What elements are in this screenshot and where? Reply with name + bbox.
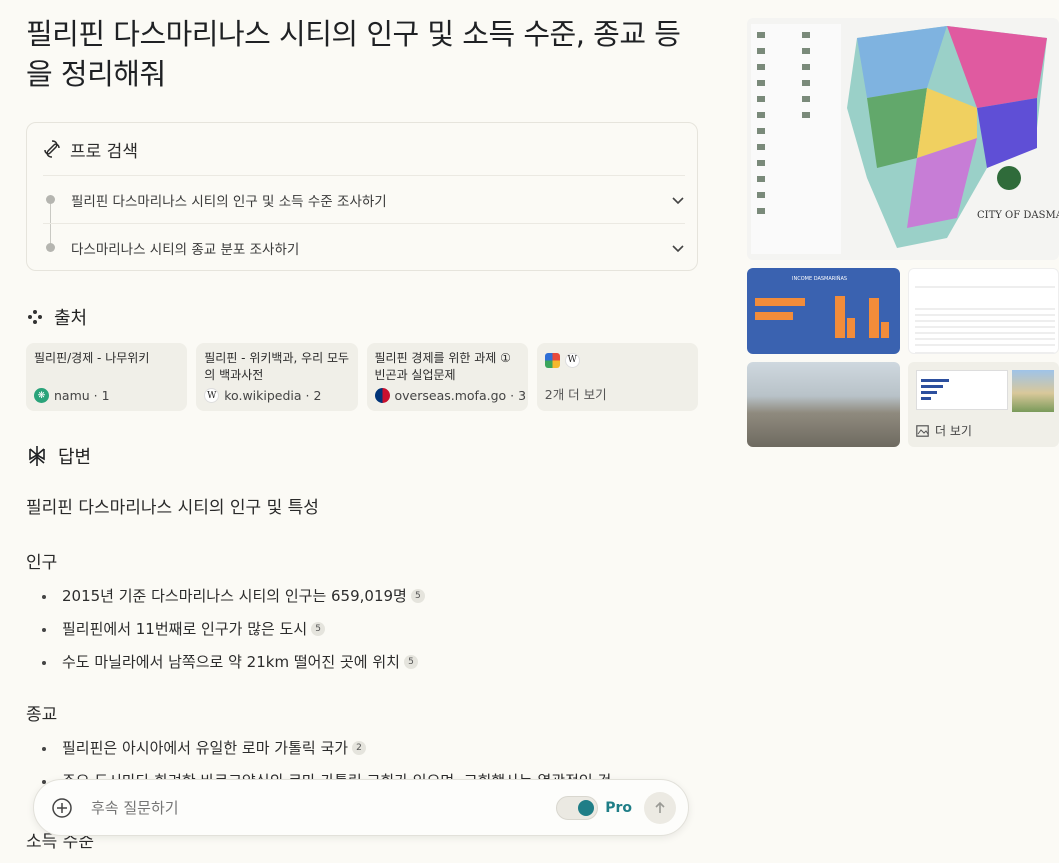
pro-toggle[interactable] <box>556 795 599 820</box>
page-title: 필리핀 다스마리나스 시티의 인구 및 소득 수준, 종교 등을 정리해줘 <box>26 17 681 91</box>
pro-search-step[interactable]: 다스마리나스 시티의 종교 분포 조사하기 <box>43 223 685 271</box>
image-icon <box>916 424 929 437</box>
send-button[interactable] <box>644 791 676 824</box>
followup-input[interactable] <box>91 798 557 817</box>
map-caption: CITY OF DASMARIÑAS <box>977 209 1059 221</box>
namu-icon: ❋ <box>34 388 49 403</box>
wikipedia-icon: W <box>564 352 580 368</box>
source-title: 필리핀 경제를 위한 과제 ① 빈곤과 실업문제 <box>374 351 511 382</box>
source-card[interactable]: 필리핀 - 위키백과, 우리 모두의 백과사전 W ko.wikipedia ·… <box>196 343 358 411</box>
population-list: 2015년 기준 다스마리나스 시티의 인구는 659,019명 5 필리핀에서 … <box>26 585 698 684</box>
step-dot-icon <box>46 195 55 204</box>
list-item: 필리핀은 아시아에서 유일한 로마 가톨릭 국가 2 <box>26 737 698 770</box>
answer-logo-icon <box>29 446 45 466</box>
table-image[interactable] <box>908 268 1059 354</box>
list-item: 수도 마닐라에서 남쪽으로 약 21km 떨어진 곳에 위치 5 <box>26 651 698 684</box>
step-label: 필리핀 다스마리나스 시티의 인구 및 소득 수준 조사하기 <box>71 193 387 210</box>
source-site: ko.wikipedia · 2 <box>224 388 322 403</box>
sources-heading-label: 출처 <box>54 308 88 329</box>
map-illustration: CITY OF DASMARIÑAS <box>751 24 1059 254</box>
followup-bar: Pro <box>33 779 689 836</box>
answer-intro: 필리핀 다스마리나스 시티의 인구 및 특성 <box>26 498 319 518</box>
answer-heading: 답변 <box>26 443 698 469</box>
citation-badge[interactable]: 5 <box>403 655 418 669</box>
building-photo-thumb <box>1012 370 1054 412</box>
chevron-down-icon[interactable] <box>671 241 685 255</box>
pro-search-step[interactable]: 필리핀 다스마리나스 시티의 인구 및 소득 수준 조사하기 <box>43 175 685 223</box>
step-dot-icon <box>46 243 55 252</box>
list-item: 필리핀에서 11번째로 인구가 많은 도시 5 <box>26 618 698 651</box>
city-photo-image[interactable] <box>747 362 900 447</box>
source-site: overseas.mofa.go · 3 <box>394 388 527 403</box>
more-sources-label: 2개 더 보기 <box>544 387 607 402</box>
religion-heading: 종교 <box>26 705 58 725</box>
income-chart-image[interactable]: INCOME DASMARIÑAS <box>747 268 900 354</box>
pro-toggle-label: Pro <box>605 799 632 816</box>
bar-chart-thumb <box>916 370 1008 410</box>
source-card[interactable]: 필리핀 경제를 위한 과제 ① 빈곤과 실업문제 overseas.mofa.g… <box>366 343 528 411</box>
table-illustration <box>915 286 1055 353</box>
source-title: 필리핀/경제 - 나무위키 <box>34 351 150 365</box>
wikipedia-icon: W <box>204 388 220 403</box>
sources-list: 필리핀/경제 - 나무위키 ❋ namu · 1 필리핀 - 위키백과, 우리 … <box>26 343 698 411</box>
source-card[interactable]: 필리핀/경제 - 나무위키 ❋ namu · 1 <box>26 343 188 411</box>
citation-badge[interactable]: 2 <box>352 741 367 755</box>
source-title: 필리핀 - 위키백과, 우리 모두의 백과사전 <box>204 351 350 382</box>
pro-search-icon <box>44 140 60 158</box>
chevron-down-icon[interactable] <box>671 193 685 207</box>
arrow-up-icon <box>655 801 665 813</box>
step-label: 다스마리나스 시티의 종교 분포 조사하기 <box>71 241 300 258</box>
more-images-label: 더 보기 <box>935 424 972 438</box>
map-image[interactable]: CITY OF DASMARIÑAS <box>747 18 1059 260</box>
pro-search-label: 프로 검색 <box>70 141 138 162</box>
sources-icon <box>28 310 42 324</box>
korea-flag-icon <box>374 388 390 403</box>
pro-search-header: 프로 검색 <box>27 123 697 175</box>
list-item: 2015년 기준 다스마리나스 시티의 인구는 659,019명 5 <box>26 585 698 618</box>
more-sources-card[interactable]: W 2개 더 보기 <box>536 343 698 411</box>
source-site: namu · 1 <box>54 388 110 403</box>
citation-badge[interactable]: 5 <box>410 589 425 603</box>
chart-caption: INCOME DASMARIÑAS <box>792 275 847 282</box>
sources-heading: 출처 <box>26 304 698 330</box>
add-attachment-icon[interactable] <box>51 797 73 819</box>
more-images-card[interactable]: 더 보기 <box>908 362 1059 447</box>
income-chart-illustration: INCOME DASMARIÑAS <box>755 275 889 338</box>
citation-badge[interactable]: 5 <box>311 622 326 636</box>
main-content: 필리핀 다스마리나스 시티의 인구 및 소득 수준, 종교 등을 정리해줘 프로… <box>26 0 698 863</box>
answer-heading-label: 답변 <box>58 447 92 468</box>
un-icon <box>544 352 560 368</box>
pro-search-panel: 프로 검색 필리핀 다스마리나스 시티의 인구 및 소득 수준 조사하기 다스마… <box>26 122 698 271</box>
population-heading: 인구 <box>26 553 58 573</box>
